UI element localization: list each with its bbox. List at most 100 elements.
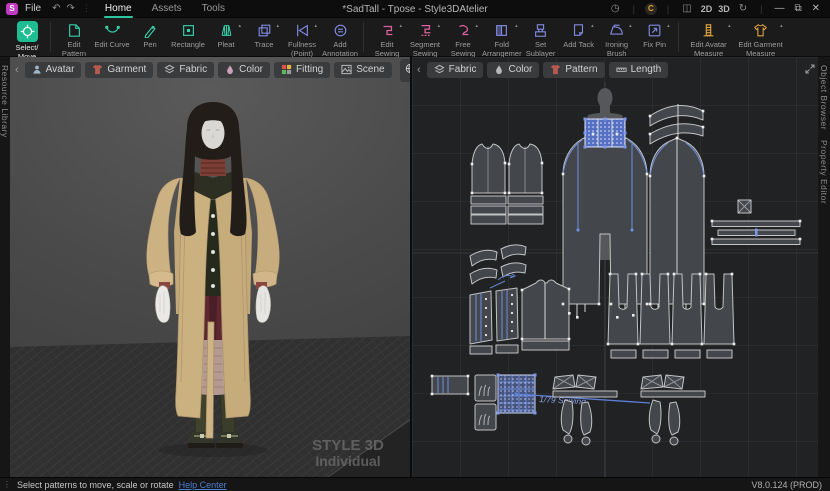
main-area: Resource Library ‹ Avatar Garment Fabric… xyxy=(0,57,830,477)
tool-set-sublayer[interactable]: Set Sublayer xyxy=(522,20,560,58)
property-editor-label[interactable]: Property Editor xyxy=(819,130,829,204)
selected-pattern-piece[interactable] xyxy=(583,117,627,149)
view-mode-2d[interactable]: 2D xyxy=(701,4,713,14)
tool-fold-arrangement[interactable]: ▴ Fold Arrangemer xyxy=(482,20,522,58)
tab-garment[interactable]: Garment xyxy=(85,62,154,78)
pattern-canvas[interactable]: 1/79 Sewing xyxy=(412,82,818,477)
tool-add-tack[interactable]: ▴ Add Tack xyxy=(560,20,598,49)
tool-segment-sewing[interactable]: ▴ Segment Sewing xyxy=(406,20,444,58)
object-browser-label[interactable]: Object Browser xyxy=(819,57,829,130)
avatar-icon xyxy=(32,64,42,75)
color-icon xyxy=(225,64,235,75)
svg-text:STYLE 3D: STYLE 3D xyxy=(312,437,384,454)
tool-edit-garment-measure[interactable]: ▴ Edit Garment Measure xyxy=(735,20,787,58)
tab-fabric-3d[interactable]: Fabric xyxy=(157,62,215,78)
version-label: V8.0.124 (PROD) xyxy=(751,479,822,490)
viewport-3d-tabbar: ‹ Avatar Garment Fabric Color Fitting Sc… xyxy=(13,58,410,82)
tool-edit-curve[interactable]: Edit Curve xyxy=(93,20,131,49)
color-icon xyxy=(494,64,504,75)
tab-color-2d[interactable]: Color xyxy=(487,62,540,78)
fabric-icon xyxy=(164,64,175,75)
collapse-2d-icon[interactable]: ‹ xyxy=(415,64,423,76)
tool-pen[interactable]: Pen xyxy=(131,20,169,49)
edit-sewing-icon xyxy=(380,23,395,38)
viewport-2d-tabbar: ‹ Fabric Color Pattern Length xyxy=(415,60,815,80)
ironing-brush-icon xyxy=(609,23,624,38)
titlebar-divider: ⋮ xyxy=(81,3,91,13)
resource-library-strip[interactable]: Resource Library xyxy=(0,57,10,477)
statusbar: ⋮ Select patterns to move, scale or rota… xyxy=(0,477,830,491)
select-move-icon xyxy=(20,24,35,39)
tab-scene[interactable]: Scene xyxy=(334,62,392,78)
tool-pleat[interactable]: ▴ Pleat xyxy=(207,20,245,49)
tool-fix-pin[interactable]: ▴ Fix Pin xyxy=(636,20,674,49)
sphere-icon xyxy=(405,61,410,79)
pattern-pieces[interactable]: 1/79 Sewing xyxy=(430,104,802,446)
add-annotation-icon xyxy=(333,23,348,38)
tool-ironing-brush[interactable]: ▴ Ironing Brush xyxy=(598,20,636,58)
garment-icon xyxy=(92,64,103,75)
tool-select-move[interactable]: Select/ Move xyxy=(8,20,46,61)
file-menu[interactable]: File xyxy=(25,3,41,14)
resource-library-label: Resource Library xyxy=(0,65,10,138)
view-mode-3d[interactable]: 3D xyxy=(718,4,730,14)
edit-pattern-icon xyxy=(67,23,82,38)
right-panel-strip: Object Browser Property Editor xyxy=(818,57,830,477)
tool-edit-sewing[interactable]: ▴ Edit Sewing xyxy=(368,20,406,58)
expand-2d-icon[interactable] xyxy=(805,61,815,79)
sync-view-icon[interactable]: ↻ xyxy=(739,3,747,14)
tool-rectangle[interactable]: Rectangle xyxy=(169,20,207,49)
collapse-left-icon[interactable]: ‹ xyxy=(13,64,21,76)
set-sublayer-icon xyxy=(533,23,548,38)
credits-badge[interactable]: C xyxy=(644,2,657,15)
tab-color-3d[interactable]: Color xyxy=(218,62,271,78)
tab-fabric-2d[interactable]: Fabric xyxy=(426,62,484,78)
render-mode-dropdown[interactable]: ▾ xyxy=(399,58,410,82)
rectangle-icon xyxy=(181,23,196,38)
pleat-icon xyxy=(219,23,234,38)
restore-button[interactable]: ⧉ xyxy=(792,3,803,14)
ribbon-tab-tools[interactable]: Tools xyxy=(201,1,226,17)
fullness-point-icon xyxy=(295,23,310,38)
close-button[interactable]: ✕ xyxy=(810,3,822,14)
fabric-icon xyxy=(434,64,445,75)
ribbon-divider xyxy=(363,22,364,52)
pattern-icon xyxy=(550,64,561,75)
split-view-icon[interactable]: ◫ xyxy=(682,3,691,14)
add-tack-icon xyxy=(571,23,586,38)
ribbon-tab-home[interactable]: Home xyxy=(103,1,133,18)
ribbon-divider xyxy=(677,22,679,52)
viewport-2d[interactable]: ‹ Fabric Color Pattern Length 1/79 Sewin… xyxy=(412,57,818,477)
ribbon-toolbar: Select/ Move Edit Pattern Edit Curve Pen… xyxy=(0,18,830,61)
tool-fullness-point[interactable]: ▴ Fullness (Point) xyxy=(283,20,321,58)
3d-scene[interactable]: STYLE 3D Individual xyxy=(10,82,410,477)
tab-pattern[interactable]: Pattern xyxy=(543,62,605,78)
tab-fitting[interactable]: Fitting xyxy=(274,62,331,78)
redo-icon[interactable]: ↷ xyxy=(67,3,75,14)
tool-edit-avatar-measure[interactable]: ▴ Edit Avatar Measure xyxy=(683,20,735,58)
titlebar-divider: | xyxy=(666,3,670,14)
tab-length[interactable]: Length xyxy=(608,62,669,78)
tab-avatar[interactable]: Avatar xyxy=(24,62,82,78)
tool-trace[interactable]: ▴ Trace xyxy=(245,20,283,49)
fold-arrangement-icon xyxy=(494,23,509,38)
watermark: STYLE 3D Individual xyxy=(312,437,384,469)
tool-free-sewing[interactable]: ▴ Free Sewing xyxy=(444,20,482,58)
edit-curve-icon xyxy=(104,23,120,38)
scene-icon xyxy=(341,64,352,75)
tool-add-annotation[interactable]: Add Annotation xyxy=(321,20,359,58)
undo-icon[interactable]: ↶ xyxy=(52,3,60,14)
viewport-3d[interactable]: ‹ Avatar Garment Fabric Color Fitting Sc… xyxy=(10,57,410,477)
free-sewing-icon xyxy=(456,23,471,38)
titlebar-divider: | xyxy=(760,3,763,14)
app-logo[interactable]: S xyxy=(6,2,18,15)
history-icon[interactable]: ◷ xyxy=(611,3,620,14)
ribbon-tab-assets[interactable]: Assets xyxy=(151,1,183,17)
status-handle-icon: ⋮ xyxy=(3,480,11,489)
titlebar-divider: | xyxy=(632,3,635,14)
fix-pin-icon xyxy=(647,23,662,38)
tool-edit-pattern[interactable]: Edit Pattern xyxy=(55,20,93,58)
fitting-icon xyxy=(281,64,292,75)
help-center-link[interactable]: Help Center xyxy=(179,480,227,490)
minimize-button[interactable]: — xyxy=(772,3,786,14)
